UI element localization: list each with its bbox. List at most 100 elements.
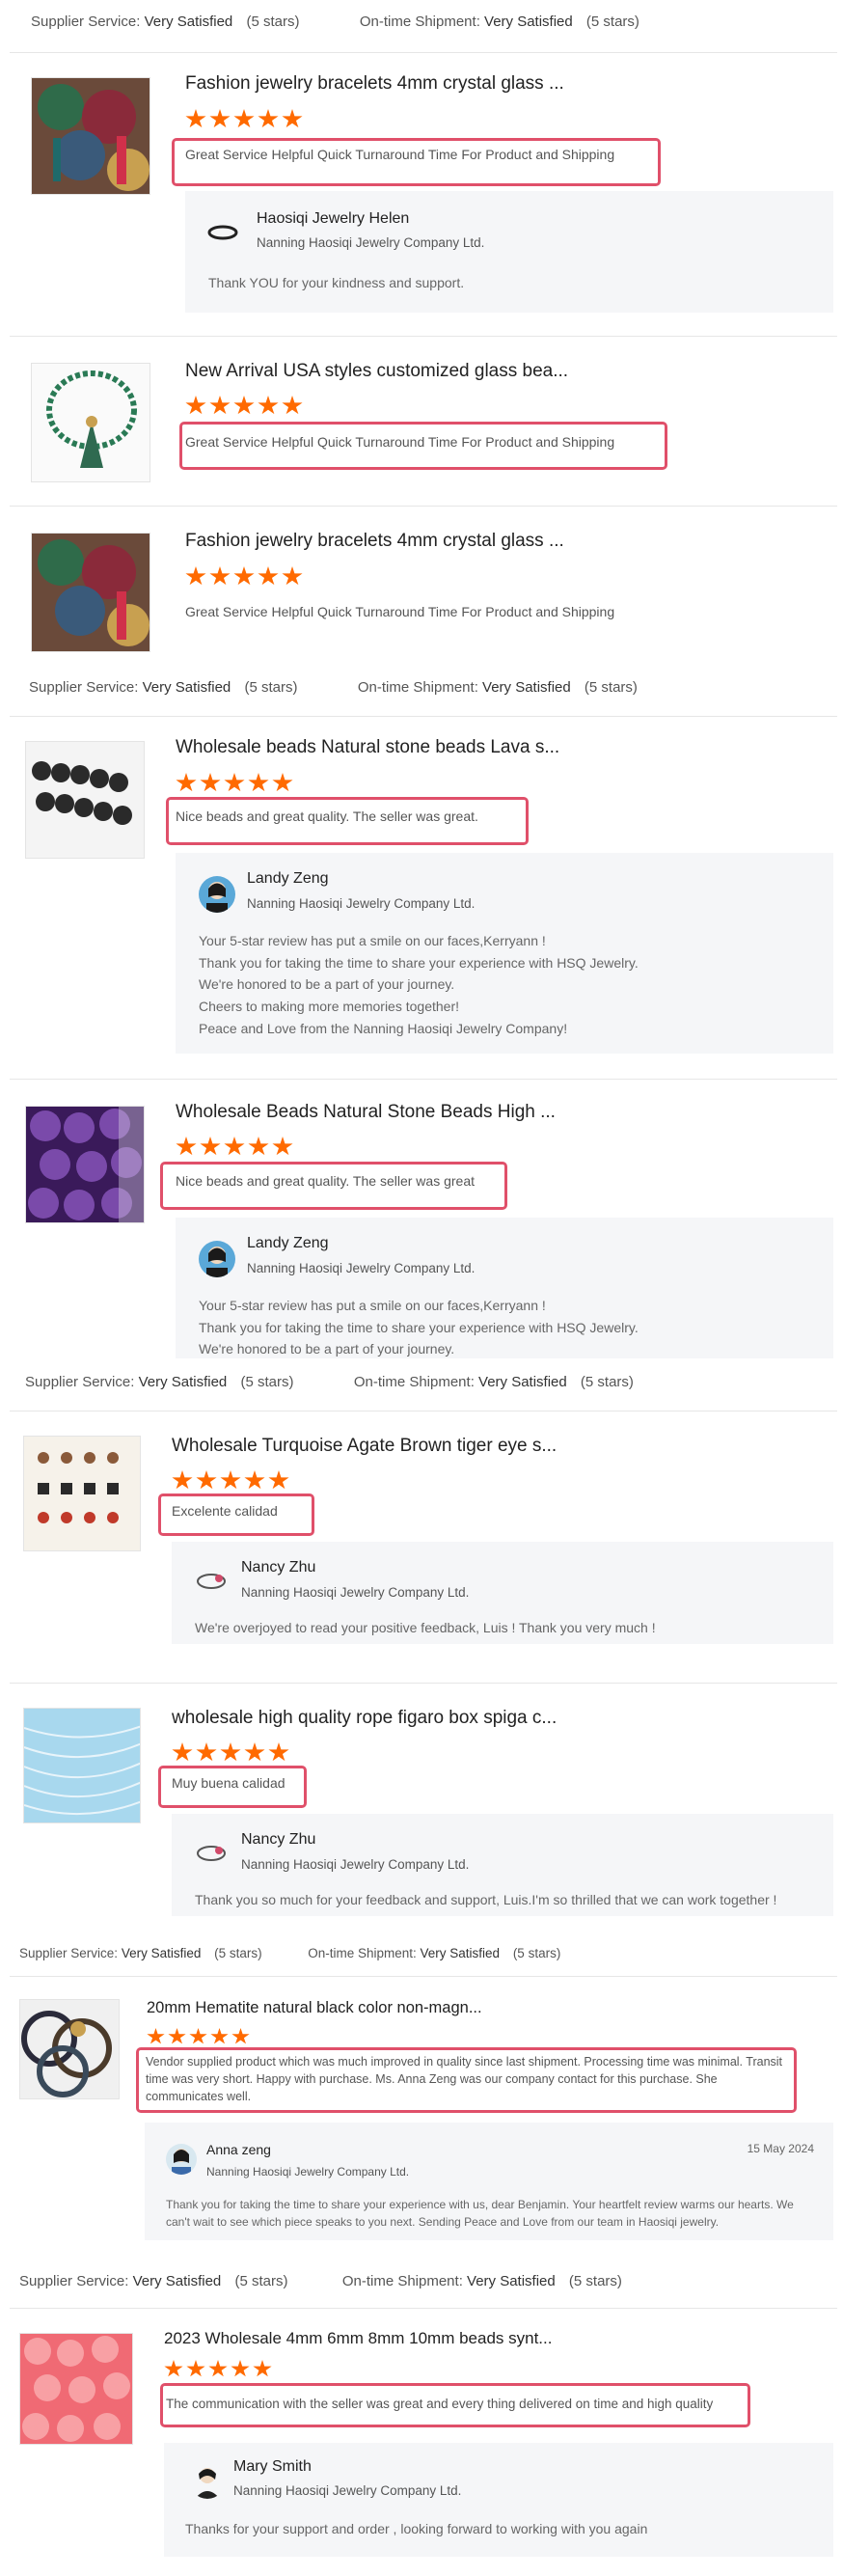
star-icon [200,1137,221,1156]
product-title[interactable]: wholesale high quality rope figaro box s… [172,1708,557,1729]
product-thumbnail[interactable] [23,1708,141,1823]
avatar [204,214,241,251]
supplier-service-label: Supplier Service: [31,14,141,30]
reply-message: We're overjoyed to read your positive fe… [195,1620,656,1635]
reply-author: Mary Smith [233,2458,312,2475]
avatar [189,2462,226,2499]
star-icon [209,396,231,415]
ontime-shipment-value: Very Satisfied [478,1374,567,1390]
product-title[interactable]: Wholesale Beads Natural Stone Beads High… [176,1102,556,1123]
reply-company: Nanning Haosiqi Jewelry Company Ltd. [241,1585,470,1600]
product-thumbnail[interactable] [25,741,145,859]
rating-summary: Supplier Service: Very Satisfied (5 star… [25,1374,634,1390]
reply-message: Your 5-star review has put a smile on ou… [199,930,816,1039]
star-rating [185,396,306,421]
reply-message: Your 5-star review has put a smile on ou… [199,1295,816,1358]
star-icon [258,566,279,586]
seller-reply: Haosiqi Jewelry Helen Nanning Haosiqi Je… [185,191,833,313]
star-icon [176,773,197,792]
review-text: Muy buena calidad [172,1775,286,1791]
star-icon [233,396,255,415]
reply-line: We're honored to be a part of your journ… [199,976,455,993]
star-icon [253,2360,272,2377]
star-icon [200,773,221,792]
product-thumbnail[interactable] [23,1436,141,1551]
star-icon [248,1137,269,1156]
star-rating [185,566,306,591]
star-icon [258,109,279,128]
star-icon [220,1742,241,1762]
product-title[interactable]: Fashion jewelry bracelets 4mm crystal gl… [185,73,564,95]
reply-author: Landy Zeng [247,1235,329,1251]
reply-message: Thank you for taking the time to share y… [166,2198,794,2229]
star-icon [147,2028,165,2044]
star-icon [168,2028,186,2044]
supplier-service-label: Supplier Service: [19,2273,129,2289]
seller-reply: Landy Zeng Nanning Haosiqi Jewelry Compa… [176,1218,833,1358]
supplier-service-value: Very Satisfied [142,679,231,696]
seller-reply: Landy Zeng Nanning Haosiqi Jewelry Compa… [176,853,833,1054]
supplier-service-label: Supplier Service: [19,1946,119,1960]
supplier-service-label: Supplier Service: [25,1374,135,1390]
review-text: Nice beads and great quality. The seller… [176,808,478,824]
star-icon [244,1742,265,1762]
reply-author: Landy Zeng [247,870,329,887]
star-icon [282,566,303,586]
star-icon [272,1137,293,1156]
seller-reply: Mary Smith Nanning Haosiqi Jewelry Compa… [164,2443,833,2557]
product-title[interactable]: 20mm Hematite natural black color non-ma… [147,1999,482,2017]
reply-author: Nancy Zhu [241,1831,316,1848]
ontime-shipment-stars: (5 stars) [584,679,638,696]
reply-author: Haosiqi Jewelry Helen [257,210,410,227]
star-icon [233,109,255,128]
product-thumbnail[interactable] [31,77,150,195]
star-icon [172,1742,193,1762]
star-icon [176,1137,197,1156]
product-title[interactable]: Fashion jewelry bracelets 4mm crystal gl… [185,531,564,552]
product-title[interactable]: 2023 Wholesale 4mm 6mm 8mm 10mm beads sy… [164,2329,552,2348]
star-icon [233,566,255,586]
reply-author: Anna zeng [206,2142,271,2157]
review-text: Excelente calidad [172,1503,278,1519]
product-thumbnail[interactable] [31,533,150,652]
star-icon [185,396,206,415]
star-rating [176,773,296,798]
star-icon [231,2360,250,2377]
star-icon [189,2028,207,2044]
star-icon [272,773,293,792]
reply-line: We're honored to be a part of your journ… [199,1341,455,1357]
product-thumbnail[interactable] [31,363,150,482]
rating-summary: Supplier Service: Very Satisfied (5 star… [31,14,639,30]
review-text: Great Service Helpful Quick Turnaround T… [185,604,615,619]
star-icon [186,2360,205,2377]
star-icon [185,566,206,586]
product-title[interactable]: Wholesale Turquoise Agate Brown tiger ey… [172,1436,557,1457]
rating-summary: Supplier Service: Very Satisfied (5 star… [19,1946,560,1960]
star-icon [224,1137,245,1156]
star-icon [209,109,231,128]
reply-company: Nanning Haosiqi Jewelry Company Ltd. [241,1857,470,1872]
ontime-shipment-label: On-time Shipment: [353,1374,475,1390]
ontime-shipment-value: Very Satisfied [467,2273,556,2289]
reply-author: Nancy Zhu [241,1559,316,1576]
product-thumbnail[interactable] [19,1999,120,2099]
product-title[interactable]: New Arrival USA styles customized glass … [185,361,568,382]
star-icon [231,2028,250,2044]
supplier-service-stars: (5 stars) [244,679,298,696]
product-title[interactable]: Wholesale beads Natural stone beads Lava… [176,737,559,758]
review-text: Great Service Helpful Quick Turnaround T… [185,147,615,162]
ontime-shipment-value: Very Satisfied [484,14,573,30]
reply-line: Thank you for taking the time to share y… [199,954,639,971]
star-icon [258,396,279,415]
product-thumbnail[interactable] [25,1106,145,1223]
ontime-shipment-label: On-time Shipment: [308,1946,417,1960]
reply-message: Thank YOU for your kindness and support. [208,275,465,290]
star-icon [282,109,303,128]
ontime-shipment-stars: (5 stars) [580,1374,634,1390]
reply-company: Nanning Haosiqi Jewelry Company Ltd. [233,2483,462,2498]
avatar [193,1835,230,1872]
supplier-service-label: Supplier Service: [29,679,139,696]
avatar [199,876,235,913]
product-thumbnail[interactable] [19,2333,133,2445]
seller-reply: Nancy Zhu Nanning Haosiqi Jewelry Compan… [172,1814,833,1916]
